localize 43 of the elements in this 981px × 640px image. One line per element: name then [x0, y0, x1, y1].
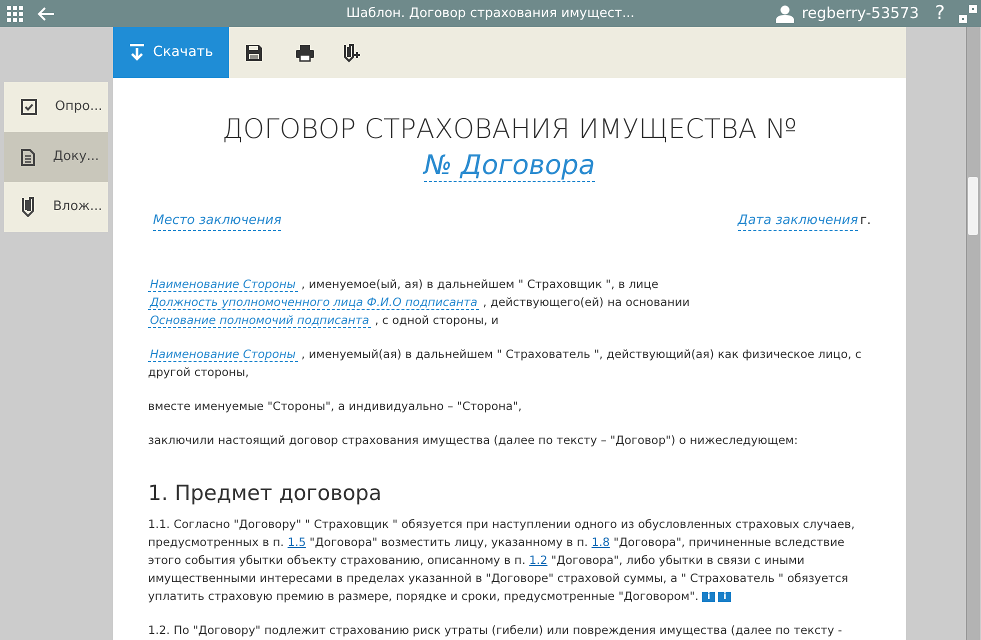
help-button[interactable]: ?	[934, 0, 945, 28]
field-link[interactable]: Дата заключения	[738, 212, 858, 231]
save-icon[interactable]	[245, 44, 264, 62]
paragraph: заключили настоящий договор страхования имущества (далее по тексту – "Договор") о нижеследующем:	[148, 432, 799, 449]
sidebar-label: Доку...	[53, 148, 100, 166]
field-link[interactable]: Наименование Стороны	[148, 347, 298, 362]
clause-link[interactable]: 1.8	[592, 535, 610, 549]
paperclip-icon	[21, 197, 35, 217]
field-link[interactable]: Должность уполномоченного лица Ф.И.О подписанта	[148, 295, 480, 310]
scrollbar-thumb[interactable]	[968, 177, 978, 235]
attach-add-icon[interactable]	[343, 42, 362, 62]
paragraph: 1.2. По "Договору" подлежит страхованию риск утраты (гибели) или повреждения имущества (далее по тексту -	[148, 622, 843, 639]
print-icon[interactable]	[295, 44, 316, 62]
info-badge[interactable]: i	[702, 592, 716, 602]
window-resize-icon[interactable]	[959, 4, 977, 22]
year-suffix: г.	[860, 212, 871, 230]
sidebar-item[interactable]: Влож...	[4, 182, 108, 232]
clause-link[interactable]: 1.2	[529, 553, 548, 567]
field-link[interactable]: Основание полномочий подписанта	[148, 313, 372, 328]
sidebar-label: Влож...	[53, 198, 102, 216]
apps-grid-icon[interactable]	[7, 6, 23, 22]
download-icon	[129, 44, 145, 61]
sidebar-item[interactable]: Опро...	[4, 82, 108, 132]
sidebar-label: Опро...	[55, 98, 102, 116]
user-name[interactable]: regberry-53573	[802, 2, 919, 25]
sidebar-item[interactable]: Доку...	[4, 132, 108, 182]
user-icon[interactable]	[776, 4, 794, 22]
paragraph: 1.1. Согласно "Договору" " Страховщик " обязуется при наступлении одного из обусловленных страховых случаев, предусмотренных в п. 1.5 "Договора" возместить лицу, указанному в п. 1.8 "Договора", причиненные вследствие этого события убытки объекту страхованию, описанному в п. 1.2 "Договора", либо убытки в связи с иными имущественными интересами в пределах указанной в "Договоре" страховой суммы, а " Страхователь " обязуется уплатить страховую премию в размере, порядке и сроки, предусмотренные "Договором". i i	[148, 516, 856, 605]
field-link[interactable]: № Договора	[424, 150, 596, 182]
checkbox-icon	[21, 99, 37, 115]
window-title: Шаблон. Договор страхования имущест...	[346, 4, 634, 23]
field-link[interactable]: Наименование Стороны	[148, 277, 298, 292]
paragraph: Наименование Стороны , именуемый(ая) в дальнейшем " Страхователь ", действующий(ая) как физическое лицо, с другой стороны,	[148, 346, 862, 381]
document-icon	[21, 148, 35, 166]
section-heading: 1. Предмет договора	[148, 480, 383, 507]
paragraph: вместе именуемые "Стороны", а индивидуально – "Сторона",	[148, 398, 523, 415]
clause-link[interactable]: 1.5	[288, 535, 306, 549]
title-text: ДОГОВОР СТРАХОВАНИЯ ИМУЩЕСТВА №	[222, 114, 797, 145]
info-badge[interactable]: i	[718, 592, 732, 602]
back-arrow-icon[interactable]	[37, 6, 55, 22]
field-link[interactable]: Место заключения	[153, 212, 282, 231]
paragraph: Наименование Стороны , именуемое(ый, ая) в дальнейшем " Страховщик ", в лице Должность уполномоченного лица Ф.И.О подписанта , действующего(ей) на основании Основание полномочий подписанта , с одной стороны, и	[148, 276, 691, 329]
download-button[interactable]: Скачать	[113, 27, 230, 78]
